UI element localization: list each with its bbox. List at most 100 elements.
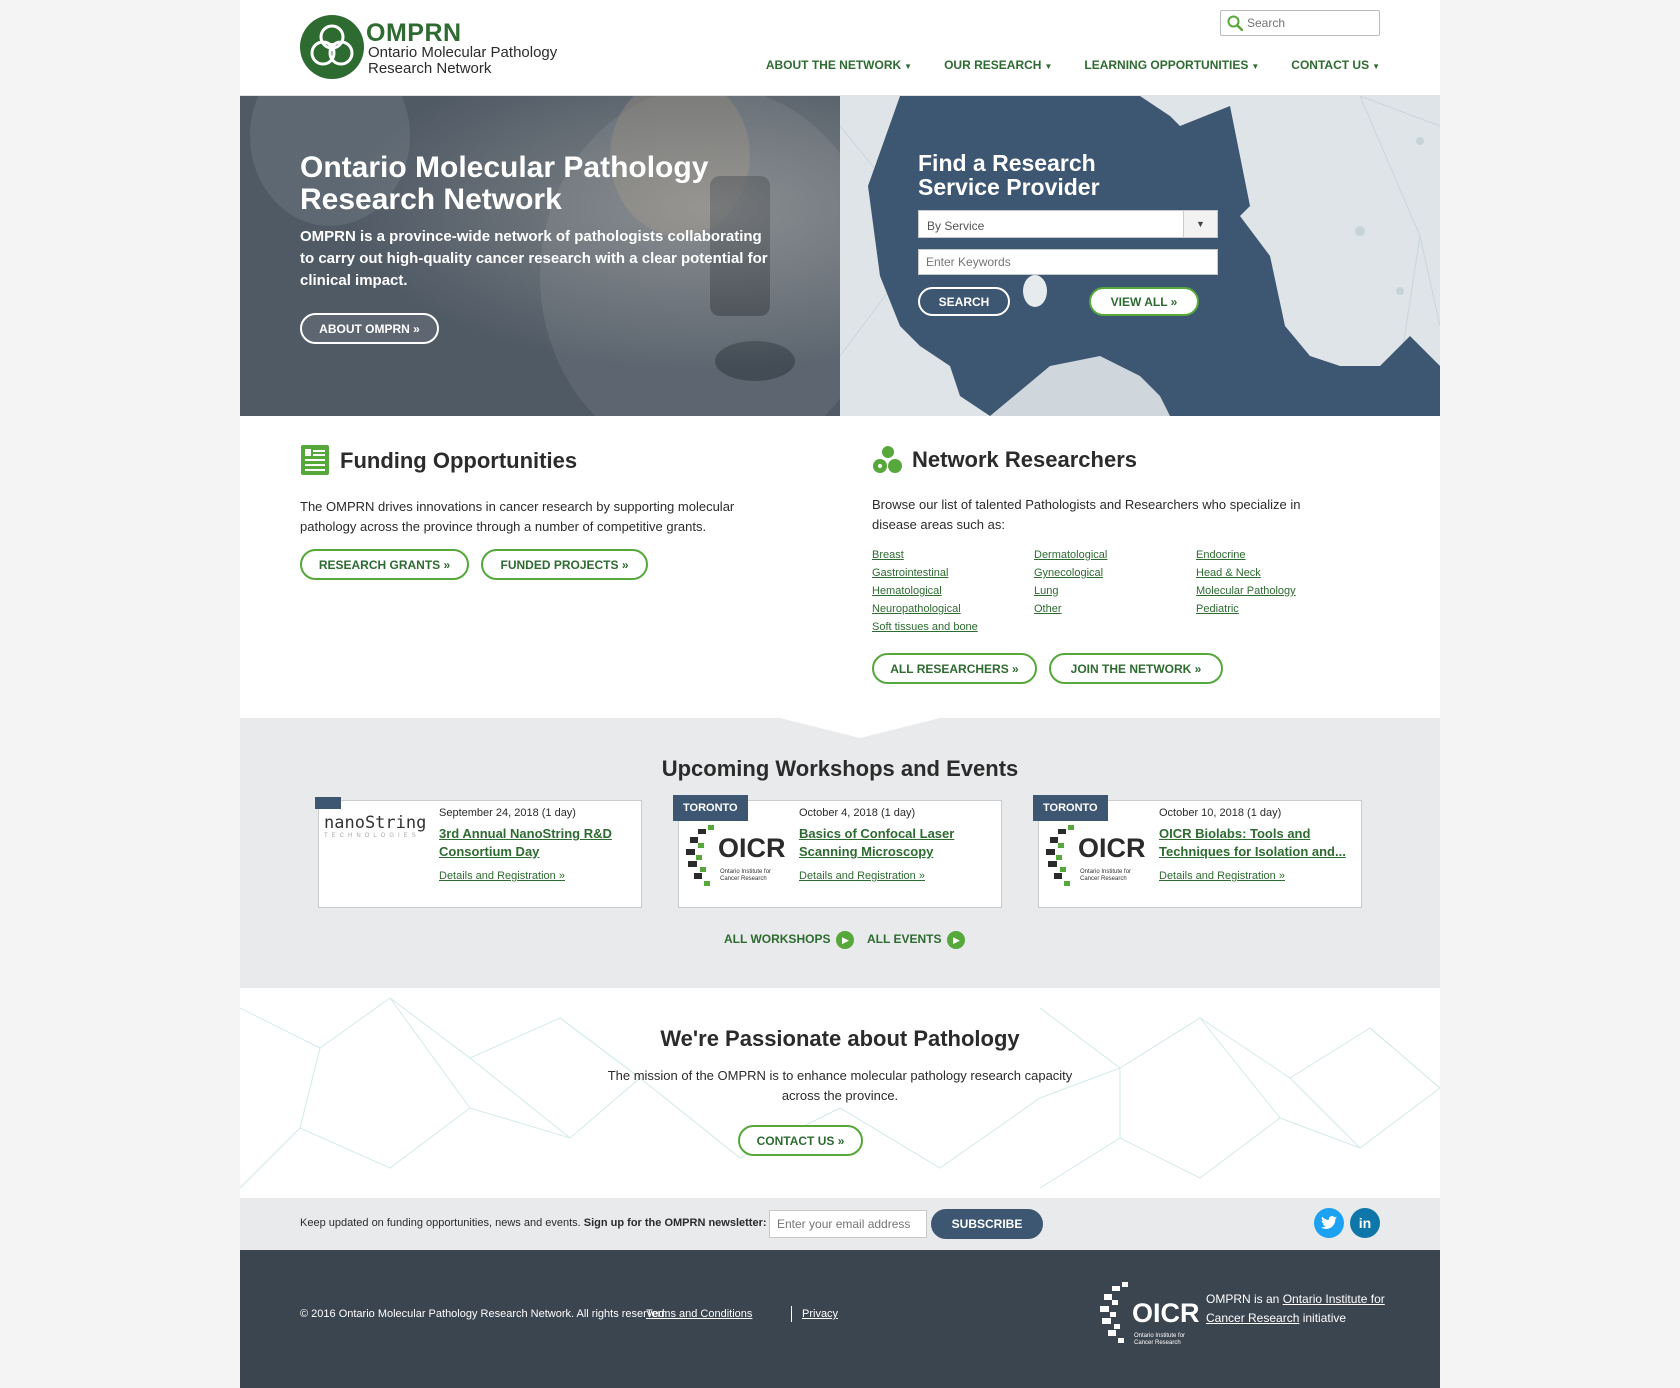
all-researchers-button[interactable]: ALL RESEARCHERS »	[872, 653, 1037, 684]
events-title: Upcoming Workshops and Events	[661, 756, 1019, 781]
event-details-link[interactable]: Details and Registration »	[799, 870, 925, 882]
twitter-icon[interactable]	[1314, 1208, 1344, 1238]
oicr-logo: OICR Ontario Institute for Cancer Resear…	[684, 813, 794, 893]
caret-down-icon: ▼	[1044, 62, 1053, 71]
area-link-hematological[interactable]: Hematological	[872, 584, 1034, 599]
event-title-link[interactable]: Basics of Confocal Laser Scanning Micros…	[799, 825, 995, 861]
link-label: ALL EVENTS	[867, 932, 942, 947]
privacy-link[interactable]: Privacy	[802, 1308, 838, 1320]
nav-label: LEARNING OPPORTUNITIES	[1084, 58, 1249, 72]
page: OMPRN Ontario Molecular Pathology Resear…	[240, 0, 1440, 1388]
event-card[interactable]: TORONTO OICR Ontario Institute for Cance…	[1033, 795, 1362, 908]
twitter-bird-icon	[1321, 1216, 1337, 1229]
funding-text: The OMPRN drives innovations in cancer r…	[300, 499, 735, 534]
arrow-right-icon: ▶	[836, 931, 855, 949]
newsletter-bar: Keep updated on funding opportunities, n…	[240, 1198, 1440, 1250]
oicr-logo: OICR Ontario Institute for Cancer Resear…	[1044, 813, 1154, 893]
copyright: © 2016 Ontario Molecular Pathology Resea…	[300, 1308, 668, 1320]
area-link-molecular-pathology[interactable]: Molecular Pathology	[1196, 584, 1342, 599]
initiative-post: initiative	[1302, 1311, 1347, 1325]
funding-icon	[301, 445, 329, 475]
logo-text: nanoString	[324, 813, 427, 833]
nanostring-logo: nanoString TECHNOLOGIES	[324, 813, 434, 893]
researchers-icon	[873, 446, 902, 473]
event-card[interactable]: TORONTO OICR Ontario Institute for Cance…	[673, 795, 1002, 908]
logo-subtext: Ontario Institute for Cancer Research	[1134, 1333, 1186, 1346]
about-omprn-button[interactable]: ABOUT OMPRN »	[300, 313, 439, 344]
section-notch	[780, 718, 940, 738]
search-input[interactable]	[1247, 14, 1375, 32]
mission-section: We're Passionate about Pathology The mis…	[240, 988, 1440, 1198]
event-card[interactable]: nanoString TECHNOLOGIES September 24, 20…	[315, 797, 642, 908]
nav-label: ABOUT THE NETWORK	[765, 58, 902, 72]
newsletter-email-input[interactable]	[769, 1210, 927, 1238]
caret-down-icon: ▼	[904, 62, 913, 71]
research-grants-button[interactable]: RESEARCH GRANTS »	[300, 549, 469, 580]
events-section: Upcoming Workshops and Events nanoString…	[240, 718, 1440, 988]
arrow-right-icon: ▶	[947, 931, 966, 949]
main-nav: ABOUT THE NETWORK ▼ OUR RESEARCH ▼ LEARNIN…	[766, 58, 1380, 72]
omprn-logo[interactable]: OMPRN Ontario Molecular Pathology Resear…	[300, 15, 570, 81]
nav-about-the-network[interactable]: ABOUT THE NETWORK ▼	[766, 58, 912, 72]
area-link-lung[interactable]: Lung	[1034, 584, 1196, 599]
area-link-gynecological[interactable]: Gynecological	[1034, 566, 1196, 581]
area-link-gastrointestinal[interactable]: Gastrointestinal	[872, 566, 1034, 581]
area-link-neuropathological[interactable]: Neuropathological	[872, 602, 1034, 617]
funded-projects-button[interactable]: FUNDED PROJECTS »	[481, 549, 648, 580]
event-details-link[interactable]: Details and Registration »	[1159, 870, 1285, 882]
area-link-endocrine[interactable]: Endocrine	[1196, 548, 1342, 563]
hero-banner: Ontario Molecular Pathology Research Net…	[240, 96, 840, 416]
area-link-head-neck[interactable]: Head & Neck	[1196, 566, 1342, 581]
logo-text: OICR	[718, 833, 786, 863]
select-value: By Service	[927, 219, 985, 233]
all-events-link[interactable]: ALL EVENTS ▶	[867, 931, 966, 949]
researchers-title: Network Researchers	[912, 447, 1138, 472]
newsletter-signup-text: Sign up for the OMPRN newsletter:	[583, 1217, 767, 1229]
caret-down-icon: ▼	[1372, 62, 1380, 71]
finder-search-button[interactable]: SEARCH	[918, 287, 1010, 316]
hero-title: Ontario Molecular Pathology Research Net…	[300, 151, 709, 216]
contact-us-button[interactable]: CONTACT US »	[738, 1125, 863, 1156]
subscribe-button[interactable]: SUBSCRIBE	[931, 1209, 1043, 1239]
event-title-link[interactable]: OICR Biolabs: Tools and Techniques for I…	[1159, 825, 1355, 861]
omprn-logo-icon	[300, 15, 364, 79]
site-header: OMPRN Ontario Molecular Pathology Resear…	[240, 0, 1440, 96]
service-select[interactable]: By Service ▼	[918, 210, 1218, 238]
event-date: October 10, 2018 (1 day)	[1159, 807, 1282, 819]
disease-area-links: Breast Dermatological Endocrine Gastroin…	[872, 548, 1342, 635]
logo-text: OICR	[1078, 833, 1146, 863]
event-date: October 4, 2018 (1 day)	[799, 807, 916, 819]
view-all-button[interactable]: VIEW ALL »	[1089, 287, 1199, 316]
site-search[interactable]	[1220, 10, 1380, 36]
join-network-button[interactable]: JOIN THE NETWORK »	[1049, 653, 1223, 684]
nav-label: CONTACT US	[1291, 58, 1370, 72]
footer-oicr-logo[interactable]: OICR Ontario Institute for Cancer Resear…	[1098, 1278, 1200, 1354]
event-details-link[interactable]: Details and Registration »	[439, 870, 565, 882]
newsletter-text: Keep updated on funding opportunities, n…	[300, 1217, 581, 1229]
area-link-soft-tissues[interactable]: Soft tissues and bone	[872, 620, 1034, 635]
keywords-input[interactable]	[918, 249, 1218, 275]
event-title-link[interactable]: 3rd Annual NanoString R&D Consortium Day	[439, 825, 635, 861]
logo-subtext: TECHNOLOGIES	[324, 833, 420, 839]
all-workshops-link[interactable]: ALL WORKSHOPS ▶	[724, 931, 855, 949]
finder-title: Find a Research Service Provider	[918, 150, 1100, 200]
nav-label: OUR RESEARCH	[944, 58, 1042, 72]
area-link-other[interactable]: Other	[1034, 602, 1196, 617]
linkedin-icon[interactable]: in	[1350, 1208, 1380, 1238]
nav-contact-us[interactable]: CONTACT US ▼	[1291, 58, 1380, 72]
newsletter-label: Keep updated on funding opportunities, n…	[300, 1217, 767, 1229]
area-link-pediatric[interactable]: Pediatric	[1196, 602, 1342, 617]
mission-text: The mission of the OMPRN is to enhance m…	[607, 1068, 1073, 1103]
area-link-breast[interactable]: Breast	[872, 548, 1034, 563]
search-icon[interactable]	[1227, 15, 1243, 31]
terms-link[interactable]: Terms and Conditions	[646, 1308, 752, 1320]
caret-down-icon: ▼	[1251, 62, 1260, 71]
site-footer: © 2016 Ontario Molecular Pathology Resea…	[240, 1250, 1440, 1388]
nav-learning-opportunities[interactable]: LEARNING OPPORTUNITIES ▼	[1084, 58, 1259, 72]
mission-title: We're Passionate about Pathology	[660, 1026, 1020, 1051]
area-link-dermatological[interactable]: Dermatological	[1034, 548, 1196, 563]
event-date: September 24, 2018 (1 day)	[439, 807, 576, 819]
link-label: ALL WORKSHOPS	[724, 932, 831, 947]
chevron-down-icon[interactable]: ▼	[1183, 211, 1217, 237]
nav-our-research[interactable]: OUR RESEARCH ▼	[944, 58, 1052, 72]
